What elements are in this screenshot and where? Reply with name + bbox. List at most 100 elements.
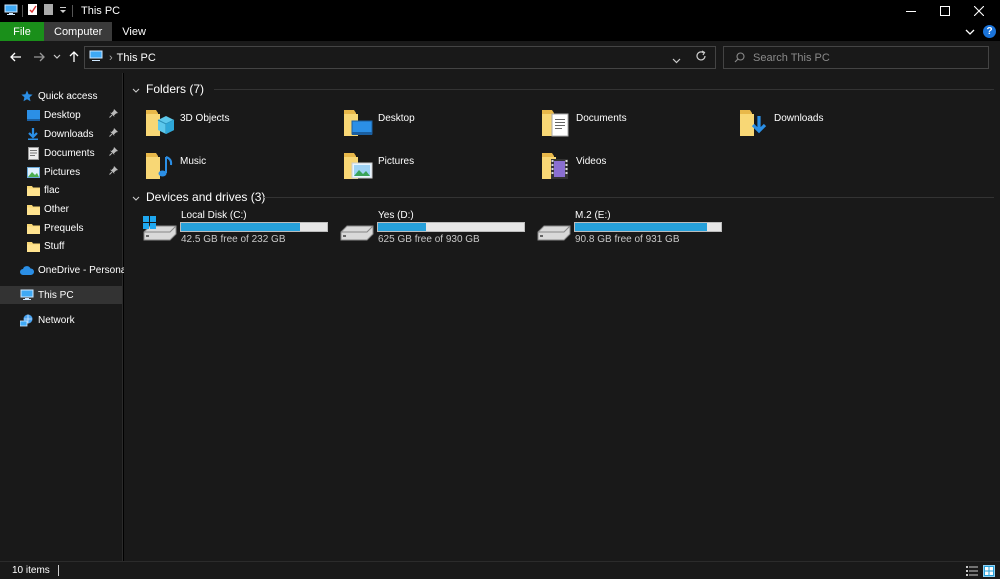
sidebar-item-this-pc[interactable]: This PC xyxy=(0,286,122,304)
arrow-right-icon xyxy=(34,52,45,62)
drives-group-header[interactable]: Devices and drives (3) xyxy=(132,190,265,204)
folder-videos[interactable]: Videos xyxy=(540,149,730,189)
minimize-icon xyxy=(906,11,916,12)
chevron-down-icon xyxy=(965,29,975,35)
pin-icon[interactable] xyxy=(109,109,118,121)
network-icon xyxy=(20,313,34,327)
close-button[interactable] xyxy=(962,0,996,22)
new-folder-icon[interactable] xyxy=(43,3,54,19)
star-icon xyxy=(20,89,34,103)
pin-icon[interactable] xyxy=(109,147,118,159)
back-button[interactable] xyxy=(8,49,24,65)
folder-label: Desktop xyxy=(378,113,415,124)
large-icons-view-button[interactable] xyxy=(983,565,995,577)
pin-icon[interactable] xyxy=(109,166,118,178)
status-bar: 10 items xyxy=(0,561,1000,579)
folder-3d-objects[interactable]: 3D Objects xyxy=(144,106,334,146)
chevron-down-icon xyxy=(132,190,140,204)
this-pc-icon xyxy=(20,288,34,302)
folder-label: Pictures xyxy=(378,156,415,167)
drive-e[interactable]: M.2 (E:) 90.8 GB free of 931 GB xyxy=(536,210,731,250)
3d-objects-icon xyxy=(144,106,176,140)
folders-group-header[interactable]: Folders (7) xyxy=(132,82,204,96)
help-button[interactable]: ? xyxy=(983,25,996,38)
sidebar-item-desktop[interactable]: Desktop xyxy=(0,106,122,124)
ribbon-tabs: File Computer View ? xyxy=(0,22,1000,41)
large-icons-view-icon xyxy=(983,565,995,577)
recent-locations-button[interactable] xyxy=(51,49,63,65)
breadcrumb[interactable]: This PC xyxy=(117,52,156,64)
group-divider xyxy=(214,89,994,90)
folder-label: Documents xyxy=(576,113,627,124)
up-button[interactable] xyxy=(66,49,82,65)
drive-d[interactable]: Yes (D:) 625 GB free of 930 GB xyxy=(339,210,534,250)
refresh-button[interactable] xyxy=(695,50,707,65)
this-pc-icon xyxy=(89,50,103,65)
sidebar-item-label: Stuff xyxy=(44,240,65,252)
folder-desktop[interactable]: Desktop xyxy=(342,106,532,146)
folders-group-title: Folders (7) xyxy=(146,82,205,96)
sidebar-item-other[interactable]: Other xyxy=(0,200,122,218)
sidebar-item-label: flac xyxy=(44,184,60,196)
address-dropdown-button[interactable] xyxy=(672,53,681,67)
sidebar-item-label: Documents xyxy=(44,147,95,159)
breadcrumb-chevron-icon[interactable]: › xyxy=(109,52,113,64)
toolbar-divider xyxy=(22,5,23,17)
folder-label: 3D Objects xyxy=(180,113,230,124)
folder-downloads[interactable]: Downloads xyxy=(738,106,928,146)
item-count: 10 items xyxy=(12,565,50,576)
chevron-down-icon xyxy=(132,82,140,96)
navigation-bar: › This PC xyxy=(0,41,1000,73)
drive-usage-fill xyxy=(378,223,426,231)
maximize-button[interactable] xyxy=(928,0,962,22)
search-input[interactable] xyxy=(753,51,973,64)
sidebar-item-quick-access[interactable]: Quick access xyxy=(0,87,122,105)
properties-icon[interactable] xyxy=(27,3,39,19)
hard-drive-icon xyxy=(339,216,375,242)
minimize-button[interactable] xyxy=(894,0,928,22)
sidebar-item-label: Downloads xyxy=(44,128,94,140)
sidebar-item-flac[interactable]: flac xyxy=(0,181,122,199)
tab-file[interactable]: File xyxy=(0,22,44,41)
folder-icon xyxy=(26,239,40,253)
maximize-icon xyxy=(940,6,950,16)
folder-label: Downloads xyxy=(774,113,824,124)
search-box[interactable] xyxy=(723,46,989,69)
tab-computer[interactable]: Computer xyxy=(44,22,113,41)
sidebar-item-label: Prequels xyxy=(44,222,84,234)
sidebar-item-stuff[interactable]: Stuff xyxy=(0,237,122,255)
folder-label: Music xyxy=(180,156,207,167)
sidebar-item-downloads[interactable]: Downloads xyxy=(0,125,122,143)
drive-usage-fill xyxy=(575,223,707,231)
sidebar-item-pictures[interactable]: Pictures xyxy=(0,163,122,181)
drive-free-space: 42.5 GB free of 232 GB xyxy=(181,234,286,245)
videos-folder-icon xyxy=(540,149,572,183)
sidebar-item-network[interactable]: Network xyxy=(0,311,122,329)
details-view-button[interactable] xyxy=(966,565,978,577)
sidebar-item-prequels[interactable]: Prequels xyxy=(0,219,122,237)
pin-icon[interactable] xyxy=(109,128,118,140)
customize-toolbar-icon[interactable] xyxy=(58,4,68,18)
drive-usage-bar xyxy=(574,222,722,232)
sidebar-item-onedrive[interactable]: OneDrive - Personal xyxy=(0,261,129,279)
folder-icon xyxy=(26,183,40,197)
forward-button[interactable] xyxy=(31,49,47,65)
this-pc-icon xyxy=(4,4,18,19)
drive-usage-bar xyxy=(180,222,328,232)
arrow-up-icon xyxy=(69,51,79,62)
folder-documents[interactable]: Documents xyxy=(540,106,730,146)
address-bar[interactable]: › This PC xyxy=(84,46,716,69)
folder-music[interactable]: Music xyxy=(144,149,334,189)
details-view-icon xyxy=(966,566,978,576)
desktop-icon xyxy=(26,108,40,122)
expand-ribbon-button[interactable] xyxy=(965,25,975,39)
cloud-icon xyxy=(20,263,34,277)
tab-view[interactable]: View xyxy=(112,22,156,41)
downloads-folder-icon xyxy=(738,106,770,140)
status-divider xyxy=(57,565,59,576)
folder-pictures[interactable]: Pictures xyxy=(342,149,532,189)
sidebar-item-label: Other xyxy=(44,203,70,215)
sidebar-item-documents[interactable]: Documents xyxy=(0,144,122,162)
drive-free-space: 90.8 GB free of 931 GB xyxy=(575,234,680,245)
drive-c[interactable]: Local Disk (C:) 42.5 GB free of 232 GB xyxy=(142,210,337,250)
